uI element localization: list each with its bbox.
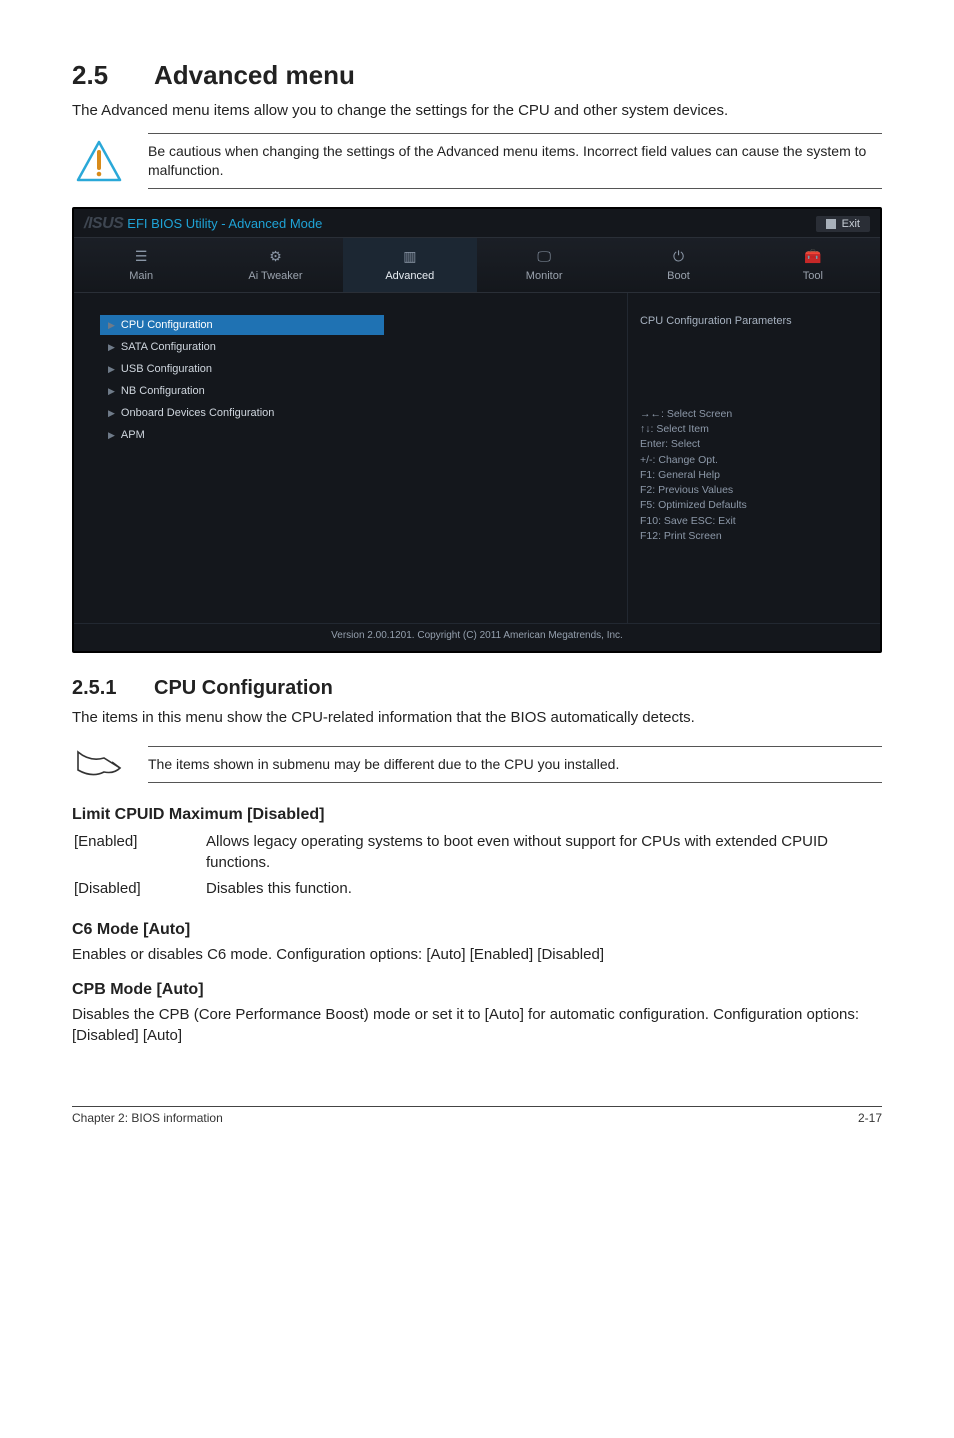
tab-advanced-label: Advanced — [343, 270, 477, 282]
key-hint: Enter: Select — [640, 437, 864, 452]
option-key: [Disabled] — [74, 879, 204, 903]
bios-logo: /ISUS — [84, 215, 123, 233]
power-icon: ⏻ — [611, 246, 745, 266]
note-callout: The items shown in submenu may be differ… — [72, 740, 882, 788]
tab-tool-label: Tool — [746, 270, 880, 282]
menu-onboard-label: Onboard Devices Configuration — [121, 407, 274, 419]
exit-icon — [826, 219, 836, 229]
menu-usb-label: USB Configuration — [121, 363, 212, 375]
bios-menu-panel: ▶ CPU Configuration ▶ SATA Configuration ▶… — [74, 293, 627, 623]
menu-nb-label: NB Configuration — [121, 385, 205, 397]
chevron-right-icon: ▶ — [108, 342, 115, 353]
bios-window-title: EFI BIOS Utility - Advanced Mode — [127, 216, 322, 231]
section-heading: 2.5Advanced menu — [72, 60, 882, 91]
subsection-title: CPU Configuration — [154, 677, 333, 699]
tab-main-label: Main — [74, 270, 208, 282]
key-hint: F1: General Help — [640, 468, 864, 483]
section-number: 2.5 — [72, 60, 154, 91]
chevron-right-icon: ▶ — [108, 408, 115, 419]
table-row: [Enabled] Allows legacy operating system… — [74, 832, 880, 877]
chevron-right-icon: ▶ — [108, 364, 115, 375]
gear-icon: ⚙ — [208, 246, 342, 266]
bios-titlebar: /ISUS EFI BIOS Utility - Advanced Mode E… — [74, 209, 880, 237]
page-footer: Chapter 2: BIOS information 2-17 — [72, 1106, 882, 1125]
limit-cpuid-heading: Limit CPUID Maximum [Disabled] — [72, 806, 882, 824]
toolbox-icon: 🧰 — [746, 246, 880, 266]
subsection-intro: The items in this menu show the CPU-rela… — [72, 708, 882, 728]
cpb-mode-body: Disables the CPB (Core Performance Boost… — [72, 1005, 882, 1046]
exit-button[interactable]: Exit — [816, 216, 870, 232]
chevron-right-icon: ▶ — [108, 386, 115, 397]
bios-screenshot: /ISUS EFI BIOS Utility - Advanced Mode E… — [72, 207, 882, 653]
tab-boot[interactable]: ⏻ Boot — [611, 238, 745, 292]
caution-callout: Be cautious when changing the settings o… — [72, 133, 882, 189]
option-value: Disables this function. — [206, 879, 880, 903]
tab-monitor-label: Monitor — [477, 270, 611, 282]
menu-onboard-devices[interactable]: ▶ Onboard Devices Configuration — [100, 403, 617, 423]
key-hint: ↑↓: Select Item — [640, 422, 864, 437]
bios-tab-bar: ☰ Main ⚙ Ai Tweaker ▥ Advanced 🖵 Monitor… — [74, 237, 880, 293]
footer-right: 2-17 — [858, 1111, 882, 1125]
tab-boot-label: Boot — [611, 270, 745, 282]
intro-paragraph: The Advanced menu items allow you to cha… — [72, 101, 882, 121]
tab-ai-tweaker[interactable]: ⚙ Ai Tweaker — [208, 238, 342, 292]
subsection-heading: 2.5.1CPU Configuration — [72, 677, 882, 700]
tab-ai-label: Ai Tweaker — [208, 270, 342, 282]
footer-left: Chapter 2: BIOS information — [72, 1111, 223, 1125]
key-hint: F5: Optimized Defaults — [640, 498, 864, 513]
menu-apm-label: APM — [121, 429, 145, 441]
tab-main[interactable]: ☰ Main — [74, 238, 208, 292]
key-hint: F10: Save ESC: Exit — [640, 514, 864, 529]
table-row: [Disabled] Disables this function. — [74, 879, 880, 903]
subsection-number: 2.5.1 — [72, 677, 154, 700]
limit-cpuid-options: [Enabled] Allows legacy operating system… — [72, 830, 882, 905]
help-title: CPU Configuration Parameters — [640, 315, 864, 327]
bios-footer-version: Version 2.00.1201. Copyright (C) 2011 Am… — [74, 623, 880, 651]
key-hint: F12: Print Screen — [640, 529, 864, 544]
menu-usb-configuration[interactable]: ▶ USB Configuration — [100, 359, 617, 379]
menu-sata-configuration[interactable]: ▶ SATA Configuration — [100, 337, 617, 357]
chevron-right-icon: ▶ — [108, 320, 115, 331]
bios-help-panel: CPU Configuration Parameters →←: Select … — [627, 293, 880, 623]
menu-nb-configuration[interactable]: ▶ NB Configuration — [100, 381, 617, 401]
tab-advanced[interactable]: ▥ Advanced — [343, 238, 477, 292]
key-hint: +/-: Change Opt. — [640, 453, 864, 468]
menu-apm[interactable]: ▶ APM — [100, 425, 617, 445]
chevron-right-icon: ▶ — [108, 430, 115, 441]
list-icon: ☰ — [74, 246, 208, 266]
c6-mode-heading: C6 Mode [Auto] — [72, 921, 882, 939]
option-key: [Enabled] — [74, 832, 204, 877]
menu-cpu-configuration[interactable]: ▶ CPU Configuration — [100, 315, 384, 335]
chip-icon: ▥ — [343, 246, 477, 266]
caution-text: Be cautious when changing the settings o… — [148, 133, 882, 189]
exit-label: Exit — [842, 218, 860, 230]
menu-sata-label: SATA Configuration — [121, 341, 216, 353]
section-title: Advanced menu — [154, 60, 355, 90]
caution-icon — [72, 137, 126, 185]
cpb-mode-heading: CPB Mode [Auto] — [72, 981, 882, 999]
menu-cpu-label: CPU Configuration — [121, 319, 213, 331]
help-key-list: →←: Select Screen ↑↓: Select Item Enter:… — [640, 407, 864, 544]
note-icon — [72, 740, 126, 788]
monitor-icon: 🖵 — [477, 246, 611, 266]
key-hint: F2: Previous Values — [640, 483, 864, 498]
key-hint: →←: Select Screen — [640, 407, 864, 422]
tab-tool[interactable]: 🧰 Tool — [746, 238, 880, 292]
tab-monitor[interactable]: 🖵 Monitor — [477, 238, 611, 292]
note-text: The items shown in submenu may be differ… — [148, 746, 882, 783]
c6-mode-body: Enables or disables C6 mode. Configurati… — [72, 945, 882, 965]
option-value: Allows legacy operating systems to boot … — [206, 832, 880, 877]
